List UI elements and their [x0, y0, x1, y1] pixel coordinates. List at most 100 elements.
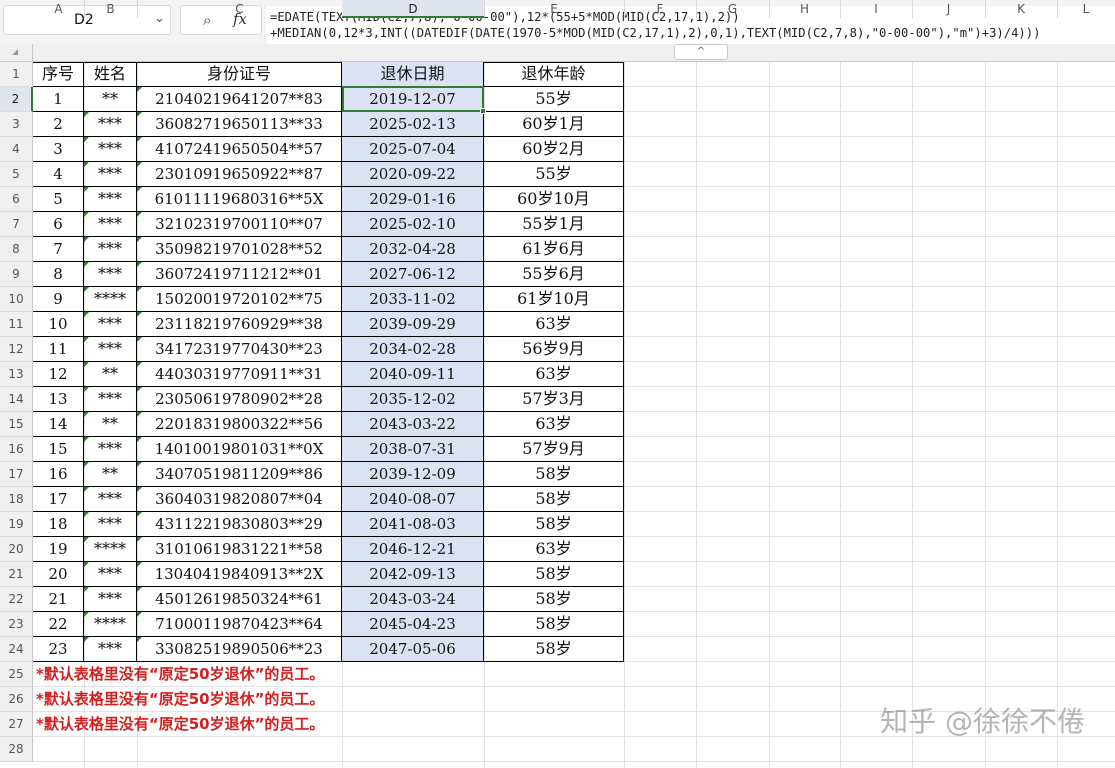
row-header-3[interactable]: 3 — [0, 112, 33, 137]
cell-id-number[interactable]: 23050619780902**28 — [137, 387, 342, 412]
cell-id-number[interactable]: 36082719650113**33 — [137, 112, 342, 137]
row-header-8[interactable]: 8 — [0, 237, 33, 262]
cell-retire-date[interactable]: 2038-07-31 — [342, 437, 484, 462]
cell-retire-date[interactable]: 2020-09-22 — [342, 162, 484, 187]
row-header-2[interactable]: 2 — [0, 87, 33, 112]
cell-retire-date[interactable]: 2025-02-10 — [342, 212, 484, 237]
row-header-22[interactable]: 22 — [0, 587, 33, 612]
cell-id-number[interactable]: 13040419840913**2X — [137, 562, 342, 587]
cell-retire-date[interactable]: 2034-02-28 — [342, 337, 484, 362]
row-header-21[interactable]: 21 — [0, 562, 33, 587]
cell-name[interactable]: *** — [84, 587, 137, 612]
column-header-h[interactable]: H — [769, 0, 841, 18]
row-header-9[interactable]: 9 — [0, 262, 33, 287]
cell-seq[interactable]: 10 — [33, 312, 84, 337]
cell-id-number[interactable]: 35098219701028**52 — [137, 237, 342, 262]
cell-name[interactable]: *** — [84, 262, 137, 287]
select-all-corner[interactable] — [0, 44, 33, 62]
cell-seq[interactable]: 13 — [33, 387, 84, 412]
cell-name[interactable]: **** — [84, 537, 137, 562]
cell-seq[interactable]: 15 — [33, 437, 84, 462]
row-header-16[interactable]: 16 — [0, 437, 33, 462]
cell-id-number[interactable]: 15020019720102**75 — [137, 287, 342, 312]
row-header-13[interactable]: 13 — [0, 362, 33, 387]
column-header-a[interactable]: A — [33, 0, 85, 18]
row-header-23[interactable]: 23 — [0, 612, 33, 637]
cell-seq[interactable]: 16 — [33, 462, 84, 487]
cell-retire-date[interactable]: 2039-09-29 — [342, 312, 484, 337]
cell-retire-age[interactable]: 55岁 — [484, 87, 624, 112]
cell-seq[interactable]: 11 — [33, 337, 84, 362]
cell-retire-date[interactable]: 2032-04-28 — [342, 237, 484, 262]
cell-seq[interactable]: 7 — [33, 237, 84, 262]
cell-name[interactable]: *** — [84, 512, 137, 537]
cell-id-number[interactable]: 36072419711212**01 — [137, 262, 342, 287]
cell-id-number[interactable]: 71000119870423**64 — [137, 612, 342, 637]
row-header-18[interactable]: 18 — [0, 487, 33, 512]
column-header-i[interactable]: I — [840, 0, 913, 18]
cell-name[interactable]: *** — [84, 437, 137, 462]
cell-name[interactable]: ** — [84, 362, 137, 387]
collapse-formula-bar-button[interactable]: ^ — [674, 44, 728, 60]
row-header-17[interactable]: 17 — [0, 462, 33, 487]
cell-seq[interactable]: 9 — [33, 287, 84, 312]
cell-name[interactable]: *** — [84, 337, 137, 362]
cell-retire-date[interactable]: 2035-12-02 — [342, 387, 484, 412]
cell-retire-age[interactable]: 60岁2月 — [484, 137, 624, 162]
cell-id-number[interactable]: 36040319820807**04 — [137, 487, 342, 512]
cell-seq[interactable]: 2 — [33, 112, 84, 137]
cell-retire-age[interactable]: 61岁6月 — [484, 237, 624, 262]
cell-name[interactable]: **** — [84, 612, 137, 637]
cell-retire-age[interactable]: 55岁6月 — [484, 262, 624, 287]
cell-retire-date[interactable]: 2041-08-03 — [342, 512, 484, 537]
column-header-b[interactable]: B — [84, 0, 138, 18]
cell-retire-date[interactable]: 2042-09-13 — [342, 562, 484, 587]
active-cell-selection[interactable] — [342, 86, 484, 112]
column-header-j[interactable]: J — [912, 0, 986, 18]
cell-id-number[interactable]: 23118219760929**38 — [137, 312, 342, 337]
cell-name[interactable]: *** — [84, 637, 137, 662]
row-header-10[interactable]: 10 — [0, 287, 33, 312]
header-cell-id-number[interactable]: 身份证号 — [137, 62, 342, 87]
cell-id-number[interactable]: 45012619850324**61 — [137, 587, 342, 612]
cell-seq[interactable]: 4 — [33, 162, 84, 187]
cell-seq[interactable]: 17 — [33, 487, 84, 512]
cell-retire-date[interactable]: 2043-03-24 — [342, 587, 484, 612]
row-header-1[interactable]: 1 — [0, 62, 33, 87]
cell-id-number[interactable]: 61011119680316**5X — [137, 187, 342, 212]
cell-name[interactable]: **** — [84, 287, 137, 312]
row-header-15[interactable]: 15 — [0, 412, 33, 437]
cell-retire-age[interactable]: 58岁 — [484, 487, 624, 512]
cell-seq[interactable]: 12 — [33, 362, 84, 387]
cell-retire-age[interactable]: 57岁9月 — [484, 437, 624, 462]
cell-name[interactable]: *** — [84, 237, 137, 262]
cell-id-number[interactable]: 43112219830803**29 — [137, 512, 342, 537]
cell-retire-age[interactable]: 58岁 — [484, 512, 624, 537]
cell-name[interactable]: *** — [84, 387, 137, 412]
cell-retire-age[interactable]: 63岁 — [484, 537, 624, 562]
cell-retire-age[interactable]: 58岁 — [484, 462, 624, 487]
cell-retire-date[interactable]: 2045-04-23 — [342, 612, 484, 637]
note-text[interactable]: *默认表格里没有“原定50岁退休”的员工。 — [36, 712, 324, 737]
cell-retire-age[interactable]: 63岁 — [484, 312, 624, 337]
cell-retire-age[interactable]: 63岁 — [484, 362, 624, 387]
cell-seq[interactable]: 22 — [33, 612, 84, 637]
cell-retire-age[interactable]: 60岁1月 — [484, 112, 624, 137]
cell-name[interactable]: *** — [84, 312, 137, 337]
column-header-d[interactable]: D — [342, 0, 485, 18]
cell-id-number[interactable]: 41072419650504**57 — [137, 137, 342, 162]
cell-retire-date[interactable]: 2043-03-22 — [342, 412, 484, 437]
cell-retire-date[interactable]: 2047-05-06 — [342, 637, 484, 662]
row-header-5[interactable]: 5 — [0, 162, 33, 187]
row-header-6[interactable]: 6 — [0, 187, 33, 212]
column-header-l[interactable]: L — [1057, 0, 1115, 18]
cell-retire-age[interactable]: 55岁 — [484, 162, 624, 187]
cell-name[interactable]: ** — [84, 87, 137, 112]
row-header-11[interactable]: 11 — [0, 312, 33, 337]
cell-seq[interactable]: 8 — [33, 262, 84, 287]
cell-retire-age[interactable]: 60岁10月 — [484, 187, 624, 212]
row-header-12[interactable]: 12 — [0, 337, 33, 362]
cell-id-number[interactable]: 22018319800322**56 — [137, 412, 342, 437]
row-header-24[interactable]: 24 — [0, 637, 33, 662]
cell-seq[interactable]: 5 — [33, 187, 84, 212]
